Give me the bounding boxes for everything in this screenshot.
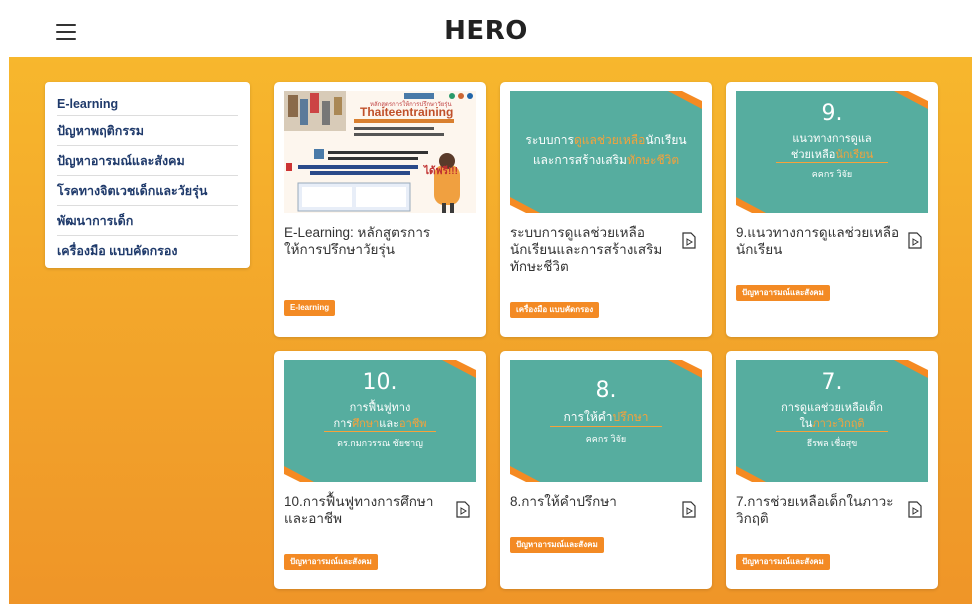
sidebar-item-behavior[interactable]: ปัญหาพฤติกรรม xyxy=(57,116,238,146)
course-thumbnail[interactable]: หลักสูตรการให้การปรึกษาวัยรุ่น Thaiteent… xyxy=(284,91,476,213)
sidebar-item-emotional-social[interactable]: ปัญหาอารมณ์และสังคม xyxy=(57,146,238,176)
category-tag[interactable]: เครื่องมือ แบบคัดกรอง xyxy=(510,302,600,318)
course-title[interactable]: 10.การฟื้นฟูทางการศึกษาและอาชีพ xyxy=(284,493,454,527)
document-play-icon[interactable] xyxy=(682,232,696,249)
category-tag[interactable]: E-learning xyxy=(284,300,336,316)
sidebar-item-development[interactable]: พัฒนาการเด็ก xyxy=(57,206,238,236)
category-tag[interactable]: ปัญหาอารมณ์และสังคม xyxy=(736,285,830,301)
course-thumbnail[interactable]: 7. การดูแลช่วยเหลือเด็ก ในภาวะวิกฤติ ธีร… xyxy=(736,360,928,482)
sidebar-item-e-learning[interactable]: E-learning xyxy=(57,92,238,116)
promo-brand: Thaiteentraining xyxy=(360,105,454,119)
sidebar-item-screening-tools[interactable]: เครื่องมือ แบบคัดกรอง xyxy=(57,236,238,265)
course-thumbnail[interactable]: ระบบการดูแลช่วยเหลือนักเรียน และการสร้าง… xyxy=(510,91,702,213)
category-sidebar: E-learning ปัญหาพฤติกรรม ปัญหาอารมณ์และส… xyxy=(45,82,250,268)
course-thumbnail[interactable]: 10. การฟื้นฟูทาง การศึกษาและอาชีพ ดร.กมก… xyxy=(284,360,476,482)
course-title[interactable]: ระบบการดูแลช่วยเหลือนักเรียนและการสร้างเ… xyxy=(510,224,680,275)
course-title[interactable]: 9.แนวทางการดูแลช่วยเหลือนักเรียน xyxy=(736,224,906,258)
course-title[interactable]: 8.การให้คำปรึกษา xyxy=(510,493,680,510)
course-card[interactable]: 10. การฟื้นฟูทาง การศึกษาและอาชีพ ดร.กมก… xyxy=(274,351,486,589)
content-area: E-learning ปัญหาพฤติกรรม ปัญหาอารมณ์และส… xyxy=(9,57,972,604)
course-card[interactable]: 8. การให้คำปรึกษา คคกร วิจัย 8.การให้คำป… xyxy=(500,351,712,589)
top-bar: HERO xyxy=(0,0,972,57)
course-title[interactable]: 7.การช่วยเหลือเด็กในภาวะวิกฤติ xyxy=(736,493,906,527)
document-play-icon[interactable] xyxy=(456,501,470,518)
course-card[interactable]: หลักสูตรการให้การปรึกษาวัยรุ่น Thaiteent… xyxy=(274,82,486,337)
promo-free-text: ได้ฟรี!!! xyxy=(424,166,458,177)
course-thumbnail[interactable]: 8. การให้คำปรึกษา คคกร วิจัย xyxy=(510,360,702,482)
course-card[interactable]: 9. แนวทางการดูแล ช่วยเหลือนักเรียน คคกร … xyxy=(726,82,938,337)
site-logo[interactable]: HERO xyxy=(0,16,972,46)
course-title[interactable]: E-Learning: หลักสูตรการให้การปรึกษาวัยรุ… xyxy=(284,224,454,258)
category-tag[interactable]: ปัญหาอารมณ์และสังคม xyxy=(736,554,830,570)
document-play-icon[interactable] xyxy=(682,501,696,518)
document-play-icon[interactable] xyxy=(908,232,922,249)
category-tag[interactable]: ปัญหาอารมณ์และสังคม xyxy=(284,554,378,570)
category-tag[interactable]: ปัญหาอารมณ์และสังคม xyxy=(510,537,604,553)
sidebar-item-psychiatric[interactable]: โรคทางจิตเวชเด็กและวัยรุ่น xyxy=(57,176,238,206)
document-play-icon[interactable] xyxy=(908,501,922,518)
course-thumbnail[interactable]: 9. แนวทางการดูแล ช่วยเหลือนักเรียน คคกร … xyxy=(736,91,928,213)
course-card[interactable]: 7. การดูแลช่วยเหลือเด็ก ในภาวะวิกฤติ ธีร… xyxy=(726,351,938,589)
course-card[interactable]: ระบบการดูแลช่วยเหลือนักเรียน และการสร้าง… xyxy=(500,82,712,337)
